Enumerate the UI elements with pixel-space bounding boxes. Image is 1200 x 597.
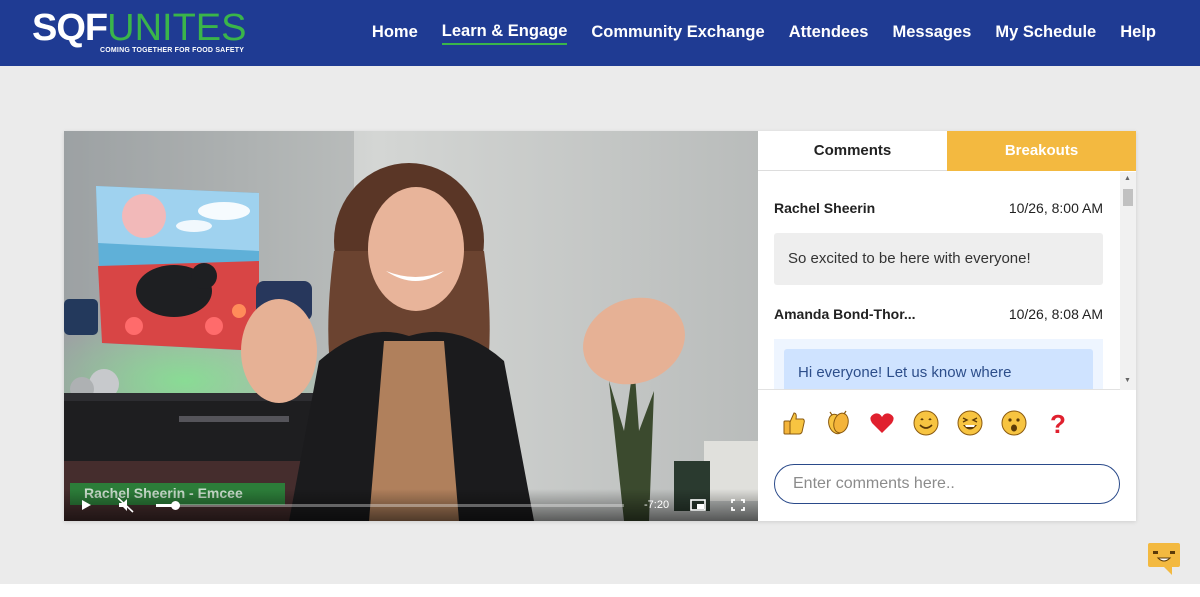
highlighted-comment: Hi everyone! Let us know where xyxy=(774,339,1103,389)
scrollbar-thumb[interactable] xyxy=(1123,189,1133,206)
seek-bar[interactable] xyxy=(156,501,624,510)
comment-header: Rachel Sheerin 10/26, 8:00 AM xyxy=(774,200,1103,220)
comment-item: Amanda Bond-Thor... 10/26, 8:08 AM Hi ev… xyxy=(774,306,1103,389)
nav-attendees[interactable]: Attendees xyxy=(789,23,869,44)
time-remaining: -7:20 xyxy=(644,499,670,511)
page-footer-strip xyxy=(0,584,1200,597)
panel-tabs: Comments Breakouts xyxy=(758,131,1136,171)
video-controls: -7:20 xyxy=(64,489,758,521)
top-navigation-bar: SQFUNITES COMING TOGETHER FOR FOOD SAFET… xyxy=(0,0,1200,66)
main-nav: Home Learn & Engage Community Exchange A… xyxy=(372,0,1156,66)
comment-timestamp: 10/26, 8:08 AM xyxy=(1008,306,1103,322)
comment-author: Rachel Sheerin xyxy=(774,200,876,216)
chat-bot-icon[interactable] xyxy=(1146,541,1182,577)
play-icon[interactable] xyxy=(76,496,96,514)
sqf-unites-logo[interactable]: SQFUNITES COMING TOGETHER FOR FOOD SAFET… xyxy=(32,8,246,58)
picture-in-picture-icon[interactable] xyxy=(688,496,708,514)
surprised-icon[interactable] xyxy=(998,407,1030,439)
question-mark-icon[interactable]: ? xyxy=(1042,407,1074,439)
session-stage: Rachel Sheerin - Emcee -7:20 xyxy=(64,131,1136,521)
nav-help[interactable]: Help xyxy=(1120,23,1156,44)
video-frame xyxy=(64,131,758,521)
video-player[interactable]: Rachel Sheerin - Emcee -7:20 xyxy=(64,131,758,521)
laughing-icon[interactable] xyxy=(954,407,986,439)
comment-text: So excited to be here with everyone! xyxy=(774,233,1103,285)
logo-wordmark: SQFUNITES xyxy=(32,8,246,48)
nav-messages[interactable]: Messages xyxy=(892,23,971,44)
muted-speaker-icon[interactable] xyxy=(116,496,136,514)
logo-tagline: COMING TOGETHER FOR FOOD SAFETY xyxy=(100,47,245,54)
thumbs-up-icon[interactable] xyxy=(778,407,810,439)
nav-community-exchange[interactable]: Community Exchange xyxy=(591,23,764,44)
tab-breakouts[interactable]: Breakouts xyxy=(947,131,1136,171)
seek-handle[interactable] xyxy=(170,501,180,510)
scroll-up-icon[interactable]: ▲ xyxy=(1124,175,1131,183)
nav-learn-engage[interactable]: Learn & Engage xyxy=(441,22,568,45)
logo-unites: UNITES xyxy=(107,7,247,49)
reaction-bar: ? xyxy=(778,407,1074,439)
comment-timestamp: 10/26, 8:00 AM xyxy=(1008,200,1103,216)
comment-input[interactable] xyxy=(774,464,1120,504)
fullscreen-icon[interactable] xyxy=(728,496,748,514)
comment-author: Amanda Bond-Thor... xyxy=(774,306,916,322)
wall-painting xyxy=(96,186,259,351)
comment-text: Hi everyone! Let us know where xyxy=(784,349,1093,389)
clapping-hands-icon[interactable] xyxy=(822,407,854,439)
feed-scrollbar[interactable]: ▲ ▼ xyxy=(1120,172,1136,390)
comment-header: Amanda Bond-Thor... 10/26, 8:08 AM xyxy=(774,306,1103,326)
heart-icon[interactable] xyxy=(866,407,898,439)
svg-text:?: ? xyxy=(1050,409,1066,437)
scroll-down-icon[interactable]: ▼ xyxy=(1124,377,1131,385)
nav-home[interactable]: Home xyxy=(372,23,418,44)
comment-item: Rachel Sheerin 10/26, 8:00 AM So excited… xyxy=(774,200,1103,285)
comment-feed[interactable]: Rachel Sheerin 10/26, 8:00 AM So excited… xyxy=(758,172,1136,390)
smile-icon[interactable] xyxy=(910,407,942,439)
tab-comments[interactable]: Comments xyxy=(758,131,947,171)
nav-my-schedule[interactable]: My Schedule xyxy=(995,23,1096,44)
logo-sqf: SQF xyxy=(32,7,108,49)
engagement-panel: Comments Breakouts Rachel Sheerin 10/26,… xyxy=(758,131,1136,521)
